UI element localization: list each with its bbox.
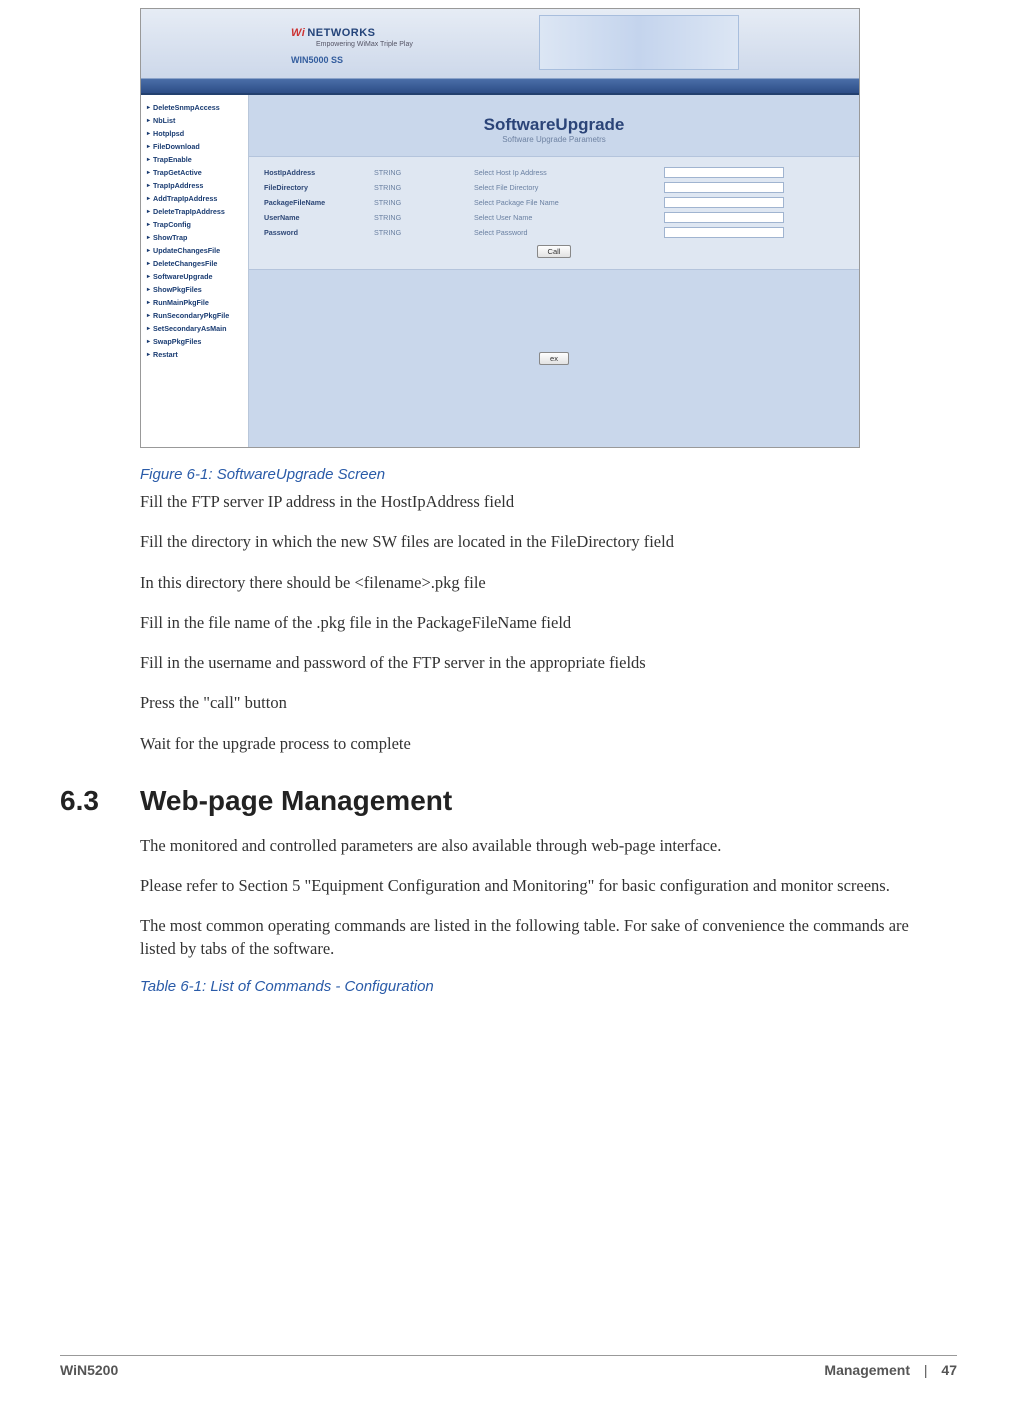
sidebar-item[interactable]: ShowPkgFiles bbox=[141, 283, 248, 296]
pkgfile-input[interactable] bbox=[664, 197, 784, 208]
field-help: Select Package File Name bbox=[474, 198, 664, 207]
sidebar-item[interactable]: DeleteChangesFile bbox=[141, 257, 248, 270]
sidebar-item[interactable]: TrapIpAddress bbox=[141, 179, 248, 192]
section-title: Web-page Management bbox=[140, 785, 452, 817]
password-input[interactable] bbox=[664, 227, 784, 238]
field-name: Password bbox=[264, 228, 374, 237]
field-name: PackageFileName bbox=[264, 198, 374, 207]
sidebar-item[interactable]: NbList bbox=[141, 114, 248, 127]
instruction-p4: Fill in the file name of the .pkg file i… bbox=[140, 612, 917, 634]
instruction-p2: Fill the directory in which the new SW f… bbox=[140, 531, 917, 553]
sidebar-item[interactable]: Hotplpsd bbox=[141, 127, 248, 140]
footer-left: WiN5200 bbox=[60, 1362, 118, 1378]
panel-title: SoftwareUpgrade bbox=[249, 115, 859, 135]
section-p1: The monitored and controlled parameters … bbox=[140, 835, 917, 857]
brand-text: NETWORKS bbox=[307, 27, 375, 39]
field-help: Select File Directory bbox=[474, 183, 664, 192]
field-name: UserName bbox=[264, 213, 374, 222]
field-type: STRING bbox=[374, 183, 474, 192]
field-name: FileDirectory bbox=[264, 183, 374, 192]
sidebar-item[interactable]: Restart bbox=[141, 348, 248, 361]
instruction-p3: In this directory there should be <filen… bbox=[140, 572, 917, 594]
sidebar-item[interactable]: SetSecondaryAsMain bbox=[141, 322, 248, 335]
sidebar-item[interactable]: RunMainPkgFile bbox=[141, 296, 248, 309]
instruction-p6: Press the "call" button bbox=[140, 692, 917, 714]
app-tab-strip[interactable] bbox=[141, 79, 859, 95]
field-type: STRING bbox=[374, 213, 474, 222]
panel-subtitle: Software Upgrade Parametrs bbox=[249, 135, 859, 144]
field-help: Select Password bbox=[474, 228, 664, 237]
footer-separator: | bbox=[924, 1362, 928, 1378]
form-area: HostIpAddress STRING Select Host Ip Addr… bbox=[249, 156, 859, 270]
brand-tagline: Empowering WiMax Triple Play bbox=[316, 41, 413, 48]
page-footer: WiN5200 Management | 47 bbox=[60, 1355, 957, 1378]
sidebar-item[interactable]: TrapEnable bbox=[141, 153, 248, 166]
username-input[interactable] bbox=[664, 212, 784, 223]
footer-page-number: 47 bbox=[941, 1362, 957, 1378]
brand-logo: WiNETWORKS bbox=[291, 27, 376, 39]
sidebar-item[interactable]: DeleteTrapIpAddress bbox=[141, 205, 248, 218]
software-upgrade-screenshot: WiNETWORKS Empowering WiMax Triple Play … bbox=[140, 8, 860, 448]
logo-w-glyph: Wi bbox=[291, 27, 305, 39]
field-type: STRING bbox=[374, 228, 474, 237]
footer-section-label: Management bbox=[824, 1362, 910, 1378]
instruction-p5: Fill in the username and password of the… bbox=[140, 652, 917, 674]
sidebar-nav: DeleteSnmpAccess NbList Hotplpsd FileDow… bbox=[141, 95, 249, 447]
field-type: STRING bbox=[374, 168, 474, 177]
figure-caption: Figure 6-1: SoftwareUpgrade Screen bbox=[140, 466, 957, 483]
sidebar-item[interactable]: DeleteSnmpAccess bbox=[141, 101, 248, 114]
call-button[interactable]: Call bbox=[537, 245, 572, 258]
footer-right: Management | 47 bbox=[824, 1362, 957, 1378]
ex-button[interactable]: ex bbox=[539, 352, 569, 365]
form-row-username: UserName STRING Select User Name bbox=[264, 210, 844, 225]
sidebar-item[interactable]: AddTrapIpAddress bbox=[141, 192, 248, 205]
field-help: Select User Name bbox=[474, 213, 664, 222]
field-help: Select Host Ip Address bbox=[474, 168, 664, 177]
sidebar-item[interactable]: UpdateChangesFile bbox=[141, 244, 248, 257]
section-p3: The most common operating commands are l… bbox=[140, 915, 917, 960]
instruction-p7: Wait for the upgrade process to complete bbox=[140, 733, 917, 755]
sidebar-item[interactable]: TrapGetActive bbox=[141, 166, 248, 179]
filedir-input[interactable] bbox=[664, 182, 784, 193]
form-row-hostip: HostIpAddress STRING Select Host Ip Addr… bbox=[264, 165, 844, 180]
sidebar-item[interactable]: TrapConfig bbox=[141, 218, 248, 231]
form-row-pkgfile: PackageFileName STRING Select Package Fi… bbox=[264, 195, 844, 210]
device-label: WIN5000 SS bbox=[291, 55, 343, 65]
instruction-p1: Fill the FTP server IP address in the Ho… bbox=[140, 491, 917, 513]
main-panel: SoftwareUpgrade Software Upgrade Paramet… bbox=[249, 95, 859, 447]
sidebar-item[interactable]: SoftwareUpgrade bbox=[141, 270, 248, 283]
form-row-password: Password STRING Select Password bbox=[264, 225, 844, 240]
field-name: HostIpAddress bbox=[264, 168, 374, 177]
table-caption: Table 6-1: List of Commands - Configurat… bbox=[140, 978, 957, 995]
section-p2: Please refer to Section 5 "Equipment Con… bbox=[140, 875, 917, 897]
field-type: STRING bbox=[374, 198, 474, 207]
hero-image bbox=[539, 15, 739, 70]
app-body: DeleteSnmpAccess NbList Hotplpsd FileDow… bbox=[141, 95, 859, 447]
form-row-filedir: FileDirectory STRING Select File Directo… bbox=[264, 180, 844, 195]
sidebar-item[interactable]: RunSecondaryPkgFile bbox=[141, 309, 248, 322]
hostip-input[interactable] bbox=[664, 167, 784, 178]
section-number: 6.3 bbox=[60, 785, 140, 817]
sidebar-item[interactable]: FileDownload bbox=[141, 140, 248, 153]
sidebar-item[interactable]: SwapPkgFiles bbox=[141, 335, 248, 348]
section-heading: 6.3 Web-page Management bbox=[60, 785, 957, 817]
app-header: WiNETWORKS Empowering WiMax Triple Play … bbox=[141, 9, 859, 79]
sidebar-item[interactable]: ShowTrap bbox=[141, 231, 248, 244]
